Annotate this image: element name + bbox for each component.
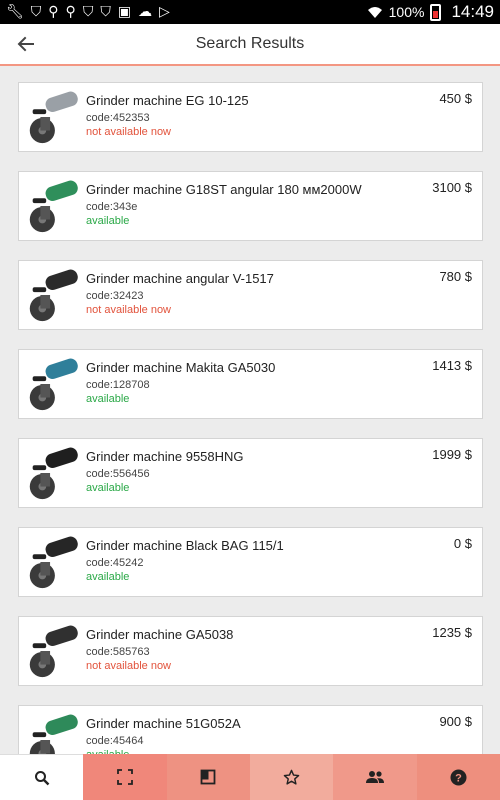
- product-image: [29, 180, 78, 233]
- tab-favorites[interactable]: [249, 754, 334, 800]
- product-name: Grinder machine 51G052A: [86, 716, 241, 731]
- tab-catalog[interactable]: [166, 754, 250, 800]
- availability-status: not available now: [86, 304, 172, 316]
- wrench-icon: 🔧︎: [6, 4, 24, 20]
- product-image: [29, 625, 78, 678]
- product-code: code:128708: [86, 379, 150, 391]
- cloud-upload-icon: ☁: [138, 4, 153, 20]
- catalog-icon: [200, 769, 216, 785]
- result-card[interactable]: Grinder machine angular V-1517 code:32423…: [18, 260, 483, 330]
- availability-status: available: [86, 571, 130, 583]
- back-button[interactable]: [0, 23, 52, 65]
- page-title: Search Results: [195, 35, 305, 52]
- product-code: code:452353: [86, 112, 150, 124]
- help-icon: ?: [450, 769, 467, 785]
- availability-status: not available now: [86, 660, 172, 672]
- product-name: Grinder machine 9558HNG: [86, 449, 244, 464]
- product-price: 1235 $: [432, 625, 472, 640]
- status-bar: 🔧︎ ⛉ ⚲ ⚲ ⛉ ⛉ ▣ ☁ ▷ 100% 14:49: [0, 0, 500, 24]
- search-icon: [34, 770, 50, 785]
- image-icon: ▣: [117, 4, 132, 20]
- product-price: 1413 $: [432, 358, 472, 373]
- star-icon: [283, 769, 300, 785]
- product-name: Grinder machine Makita GA5030: [86, 360, 276, 375]
- product-price: 3100 $: [432, 180, 472, 195]
- bottom-nav: ?: [0, 754, 500, 800]
- product-name: Grinder machine GA5038: [86, 627, 234, 642]
- people-icon: [365, 771, 384, 783]
- product-code: code:45242: [86, 557, 144, 569]
- battery-percent: 100%: [388, 4, 425, 20]
- product-name: Grinder machine angular V-1517: [86, 271, 274, 286]
- result-card[interactable]: Grinder machine Black BAG 115/1 code:4524…: [18, 527, 483, 597]
- product-code: code:32423: [86, 290, 144, 302]
- product-price: 780 $: [439, 269, 472, 284]
- app-bar: Search Results: [0, 24, 500, 66]
- result-card[interactable]: Grinder machine Makita GA5030 code:128708…: [18, 349, 483, 419]
- availability-status: available: [86, 215, 130, 227]
- availability-status: available: [86, 393, 130, 405]
- availability-status: not available now: [86, 126, 172, 138]
- product-name: Grinder machine G18ST angular 180 мм2000…: [86, 182, 362, 197]
- product-image: [29, 358, 78, 411]
- play-store-icon: ▷: [159, 4, 170, 20]
- product-price: 0 $: [453, 536, 472, 551]
- tab-help[interactable]: ?: [416, 754, 500, 800]
- product-name: Grinder machine Black BAG 115/1: [86, 538, 284, 553]
- product-image: [29, 269, 78, 322]
- shield-icon: ⛉: [100, 4, 111, 20]
- svg-text:?: ?: [455, 772, 462, 784]
- tab-scan[interactable]: [83, 754, 167, 800]
- tab-people[interactable]: [333, 754, 417, 800]
- result-card[interactable]: Grinder machine EG 10-125 code:452353 not …: [18, 82, 483, 152]
- tab-search[interactable]: [0, 754, 84, 800]
- shield-icon: ⛉: [82, 4, 94, 20]
- shield-icon: ⛉: [30, 4, 42, 20]
- product-price: 1999 $: [432, 447, 472, 462]
- result-card[interactable]: Grinder machine 9558HNG code:556456 availa…: [18, 438, 483, 508]
- availability-status: available: [86, 482, 130, 494]
- product-code: code:45464: [86, 735, 144, 747]
- notification-icons: 🔧︎ ⛉ ⚲ ⚲ ⛉ ⛉ ▣ ☁ ▷: [6, 0, 170, 24]
- product-image: [29, 714, 78, 754]
- result-card[interactable]: Grinder machine 51G052Acode:45464availab…: [18, 705, 483, 754]
- product-code: code:585763: [86, 646, 150, 658]
- product-image: [29, 91, 78, 144]
- clock: 14:49: [451, 2, 494, 21]
- product-price: 900 $: [439, 714, 472, 729]
- product-name: Grinder machine EG 10-125: [86, 93, 249, 108]
- product-code: code:343e: [86, 201, 138, 213]
- results-list[interactable]: Grinder machine EG 10-125 code:452353 not …: [0, 68, 500, 754]
- keyhole-icon: ⚲: [65, 4, 76, 20]
- scan-icon: [117, 769, 133, 785]
- arrow-back-icon: [17, 36, 34, 52]
- keyhole-icon: ⚲: [48, 4, 59, 20]
- product-image: [29, 447, 78, 500]
- result-card[interactable]: Grinder machine G18ST angular 180 мм2000…: [18, 171, 483, 241]
- product-code: code:556456: [86, 468, 150, 480]
- product-price: 450 $: [439, 91, 472, 106]
- battery-icon: [430, 3, 442, 21]
- wifi-icon: [367, 7, 382, 18]
- result-card[interactable]: Grinder machine GA5038 code:585763 not ava…: [18, 616, 483, 686]
- product-image: [29, 536, 78, 589]
